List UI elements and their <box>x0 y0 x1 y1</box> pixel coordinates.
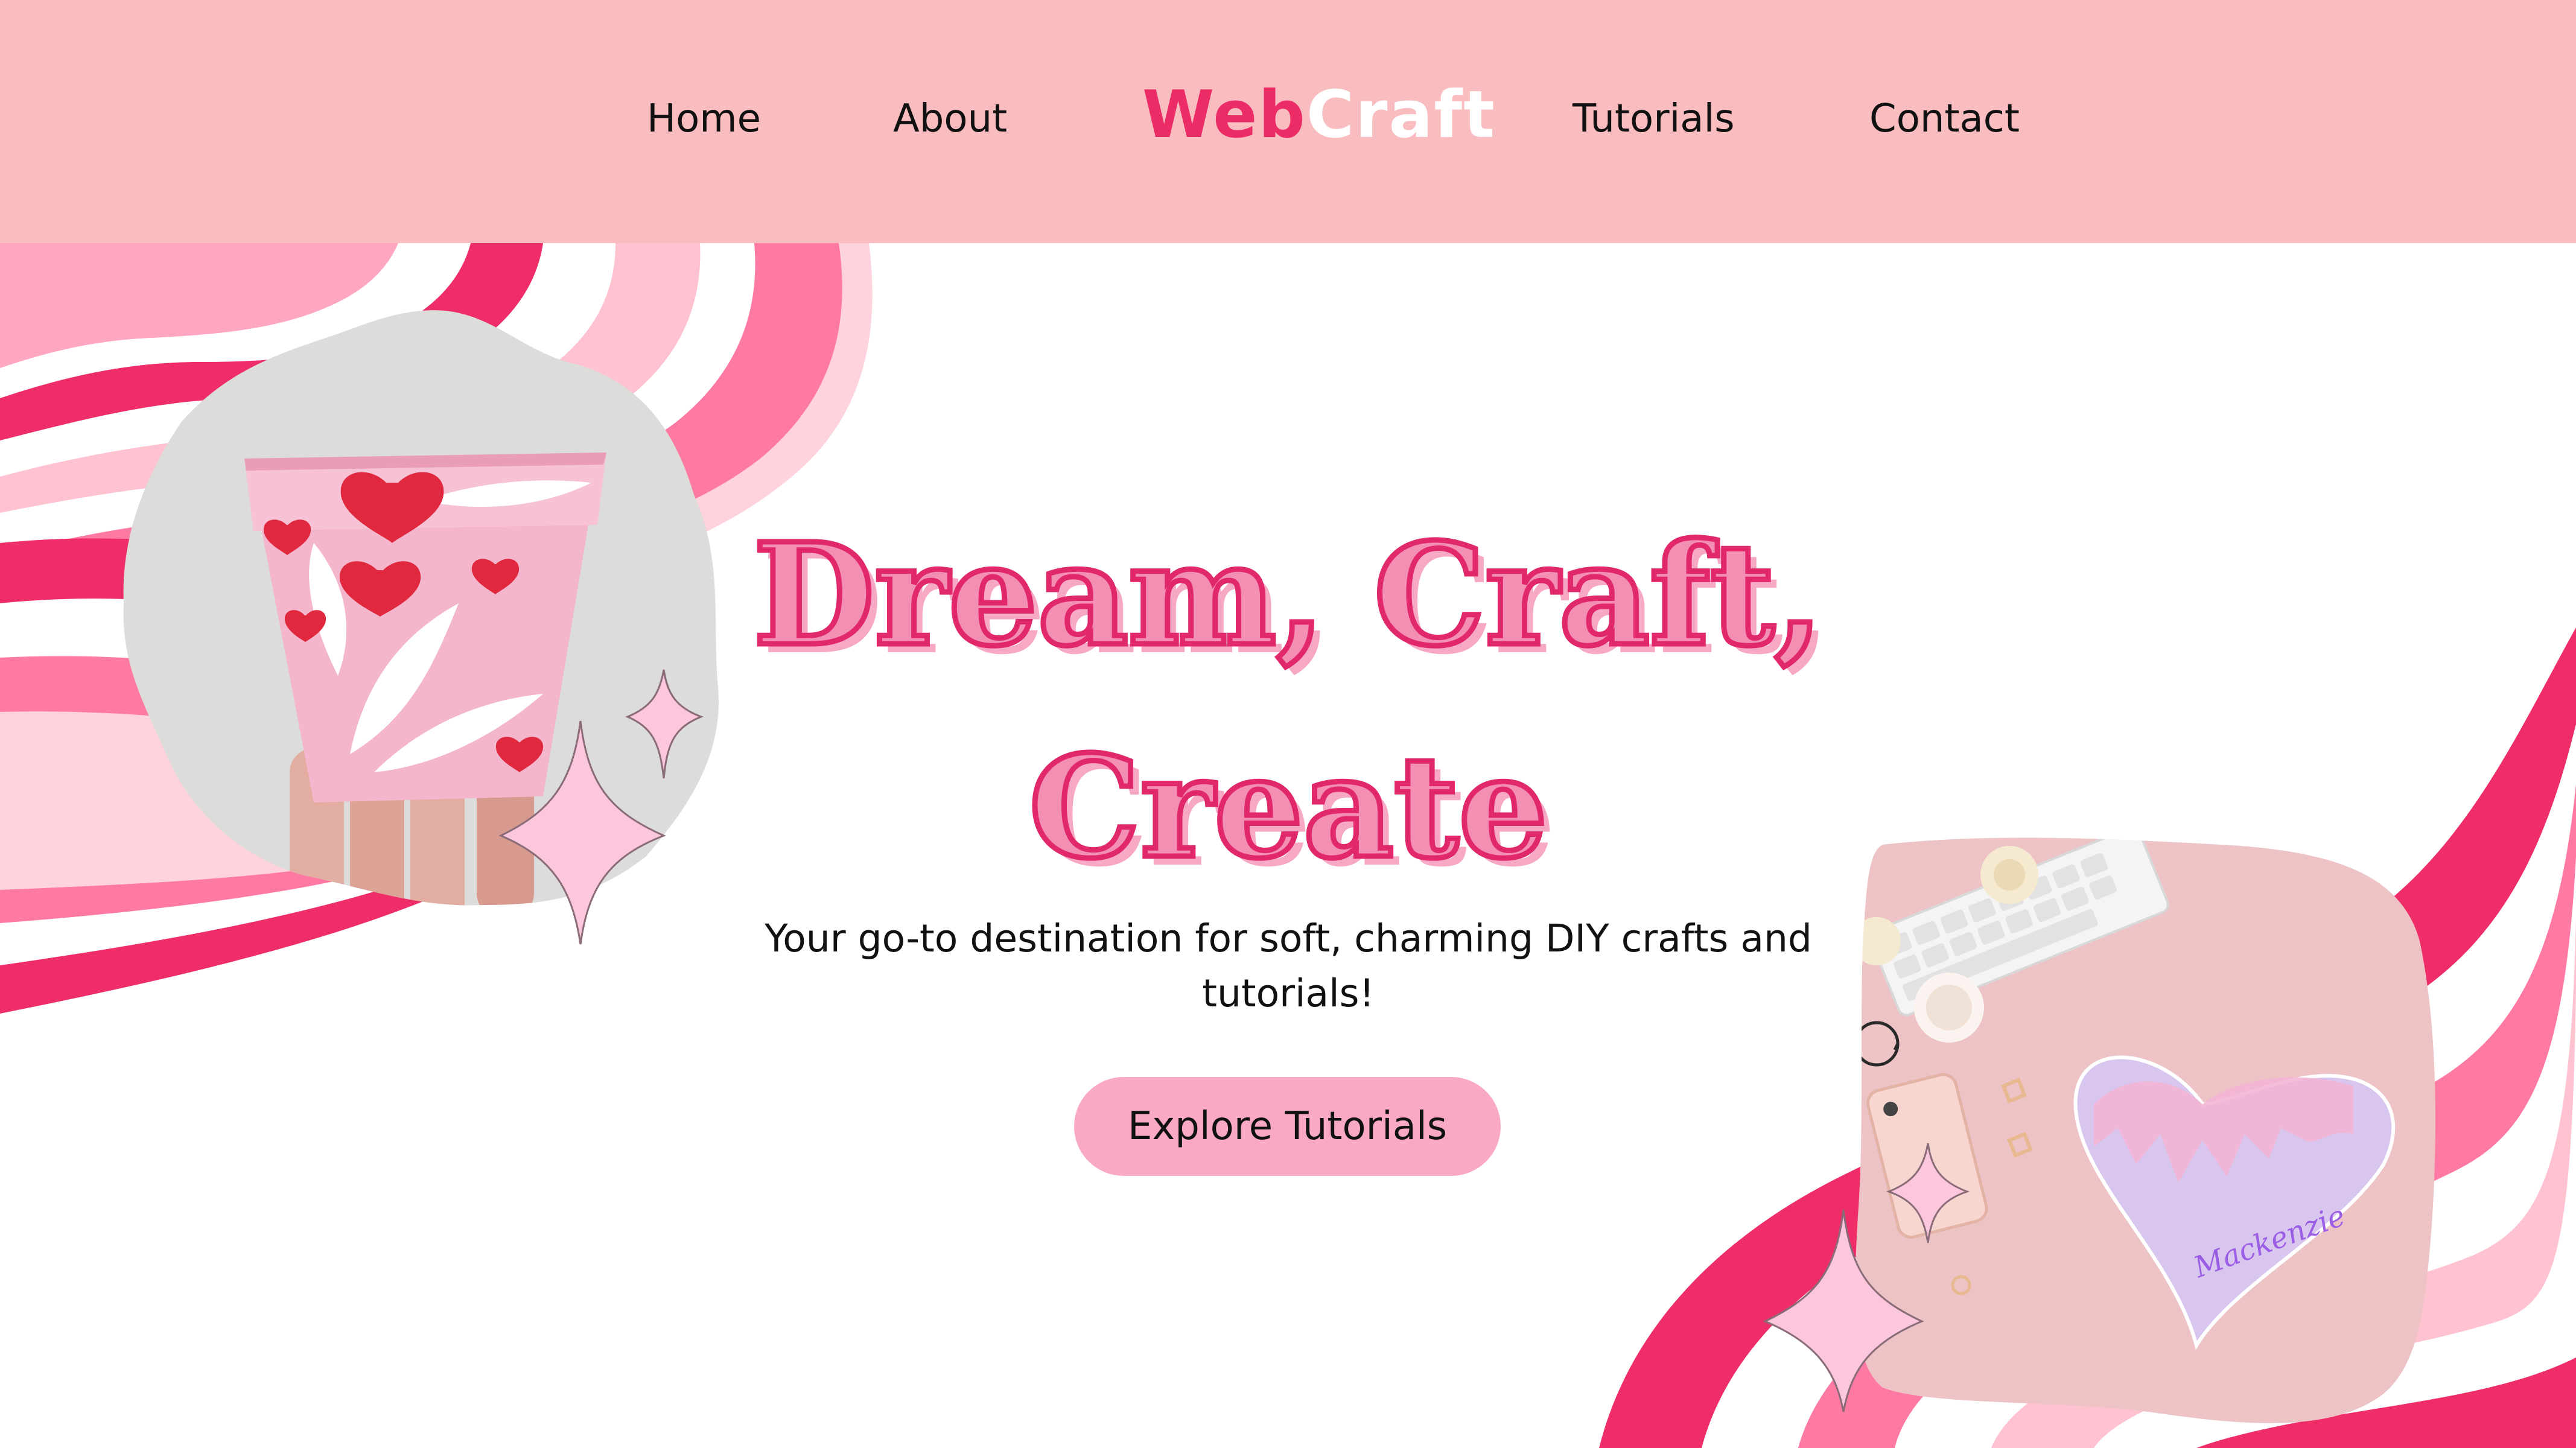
desk-flatlay-photo <box>1855 837 2435 1423</box>
logo-web-text: Web <box>1142 77 1306 153</box>
logo-craft-text: Craft <box>1306 77 1496 153</box>
hero-title-line-2: Create <box>1026 725 1551 889</box>
nav-contact-link[interactable]: Contact <box>1869 97 2020 141</box>
nav-about-link[interactable]: About <box>893 97 1007 141</box>
hero-tagline: Your go-to destination for soft, charmin… <box>765 916 1812 1016</box>
hero-title-line-1: Dream, Craft, <box>751 512 1826 677</box>
webcraft-logo[interactable]: WebCraft <box>1142 77 1496 153</box>
nav-home-link[interactable]: Home <box>647 97 761 141</box>
nav-tutorials-link[interactable]: Tutorials <box>1573 97 1735 141</box>
explore-tutorials-button[interactable]: Explore Tutorials <box>1074 1077 1501 1176</box>
top-navigation-bar: Home About WebCraft Tutorials Contact <box>0 0 2576 243</box>
